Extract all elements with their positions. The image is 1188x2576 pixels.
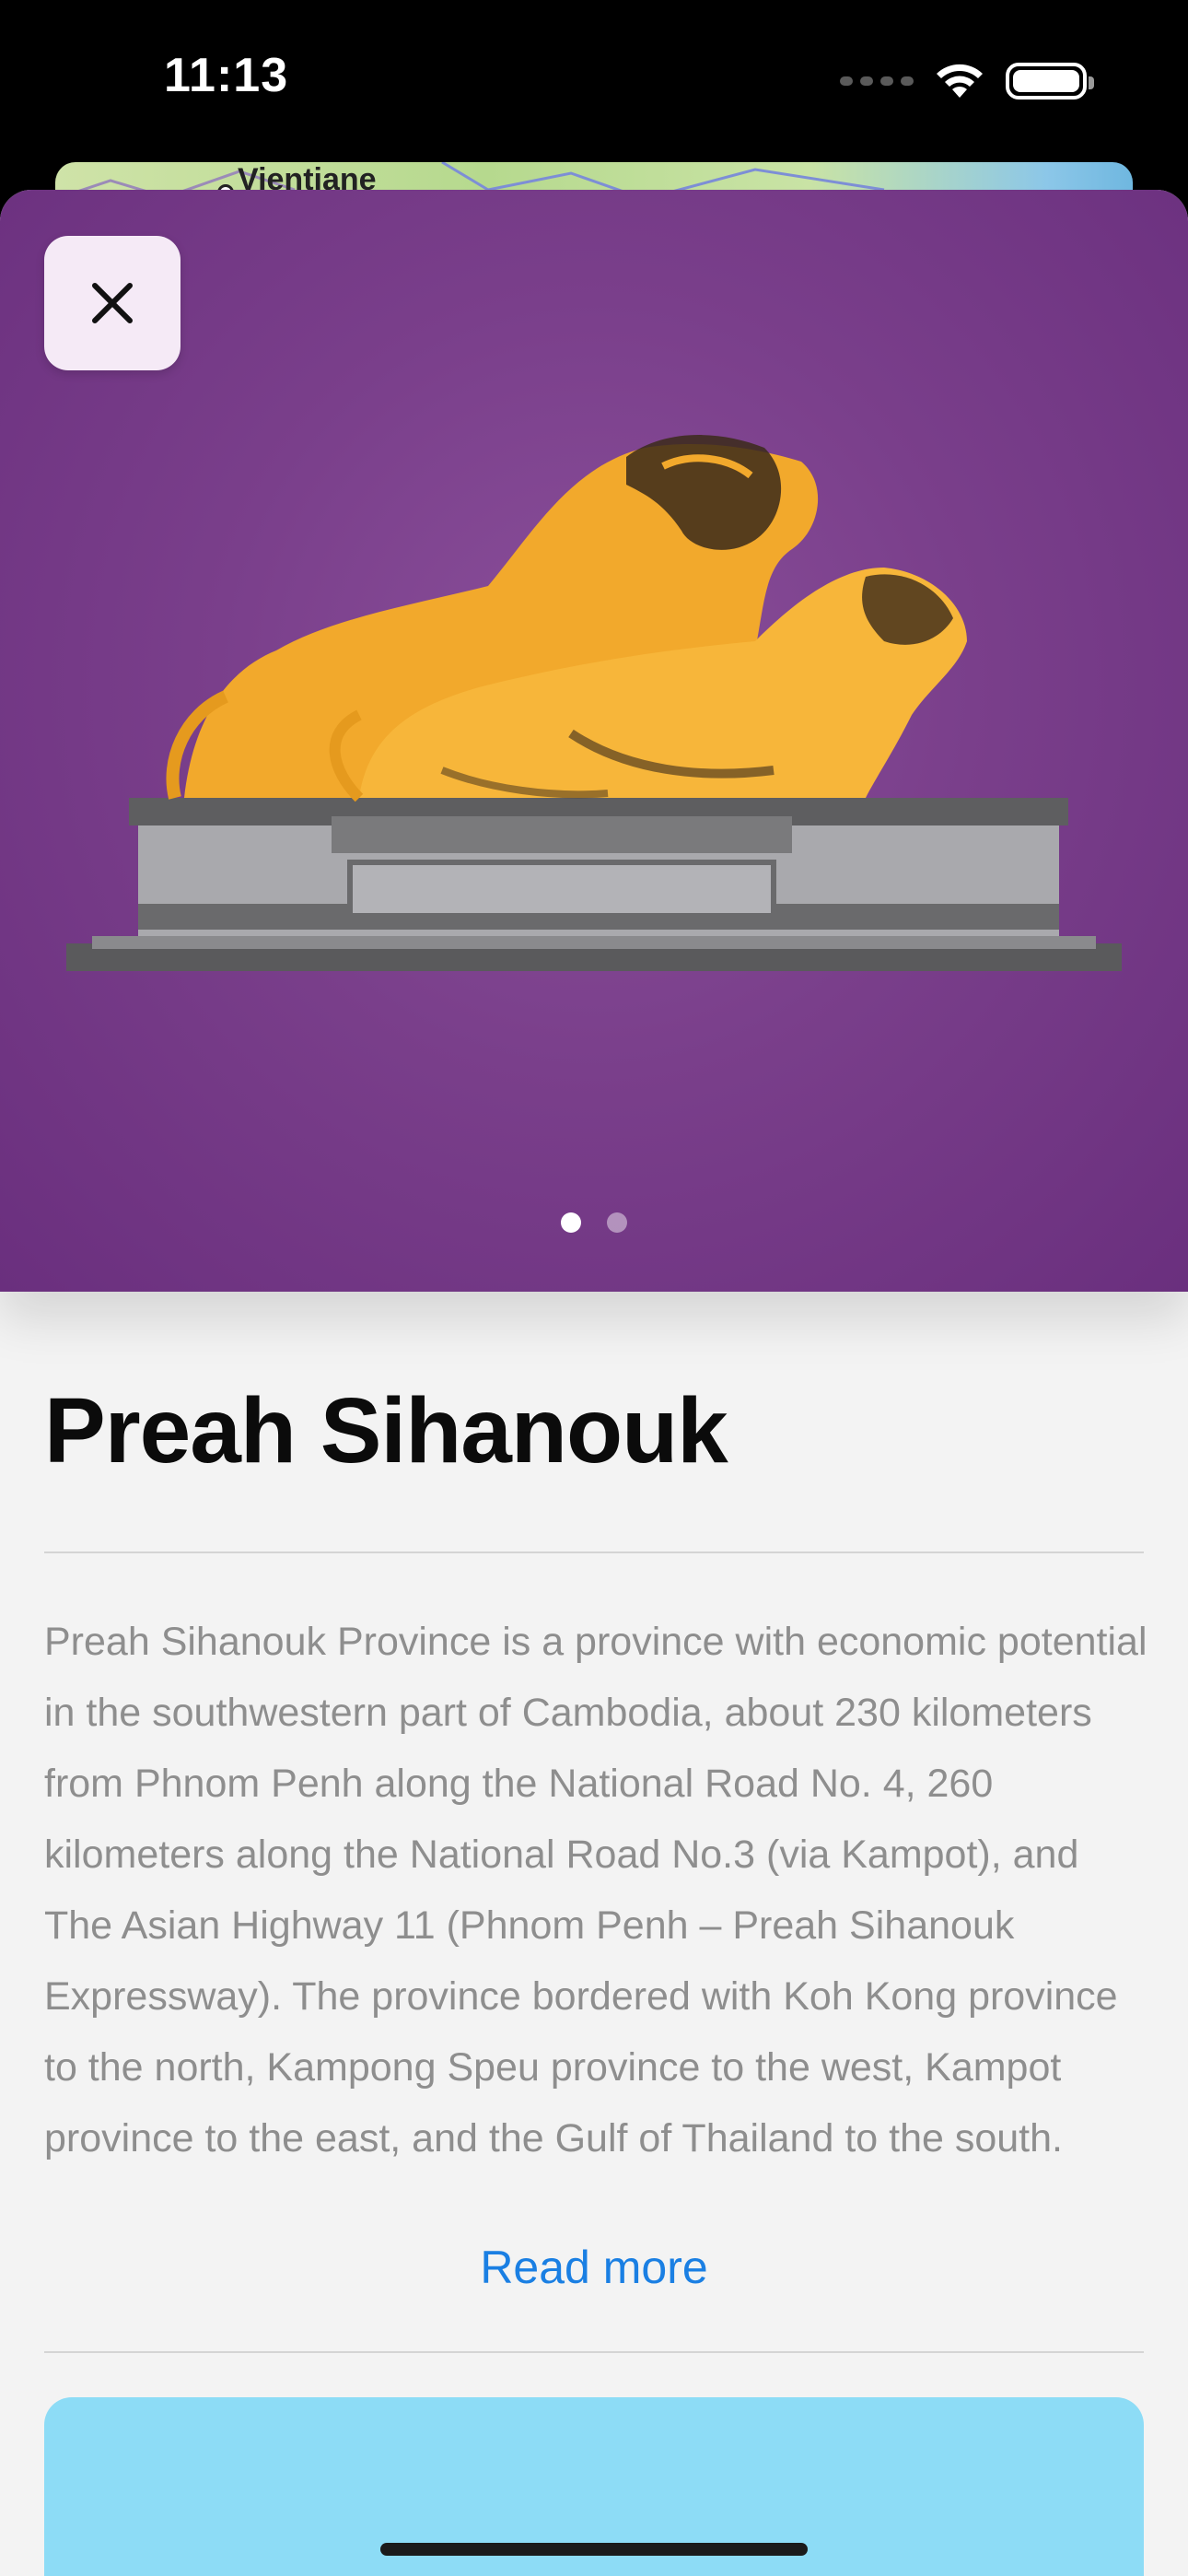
close-icon	[92, 283, 133, 323]
read-more-link[interactable]: Read more	[0, 2241, 1188, 2294]
wifi-icon	[937, 64, 983, 98]
title-divider	[44, 1551, 1144, 1553]
status-icons	[840, 59, 1094, 103]
place-title: Preah Sihanouk	[44, 1379, 728, 1482]
close-button[interactable]	[44, 236, 181, 370]
home-indicator[interactable]	[380, 2543, 808, 2556]
place-description: Preah Sihanouk Province is a province wi…	[44, 1620, 1147, 2160]
battery-icon	[1006, 63, 1094, 100]
place-detail-sheet: Preah Sihanouk Preah Sihanouk Province i…	[0, 190, 1188, 2576]
status-time: 11:13	[164, 49, 289, 102]
status-bar: 11:13	[0, 0, 1188, 162]
page-indicator[interactable]	[0, 1212, 1188, 1233]
page-dot-1[interactable]	[561, 1212, 581, 1233]
cellular-signal-icon	[840, 76, 914, 86]
hero-image-carousel[interactable]	[0, 190, 1188, 1292]
description-divider	[44, 2351, 1144, 2353]
lion-statue-image	[66, 435, 1122, 971]
page-dot-2[interactable]	[607, 1212, 627, 1233]
